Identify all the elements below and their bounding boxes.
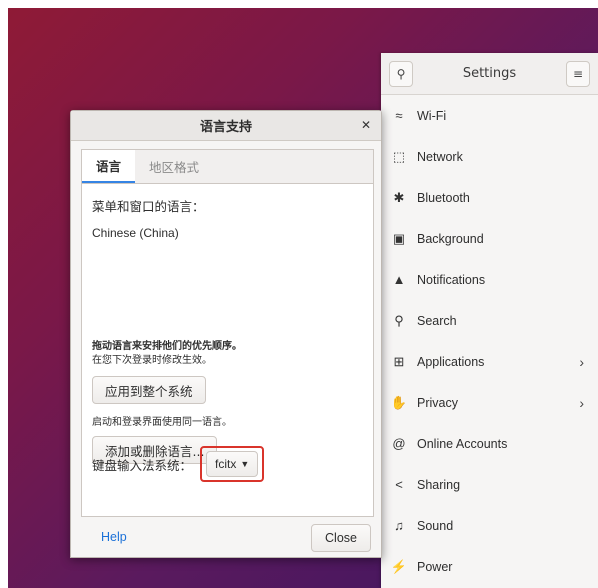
settings-item-privacy[interactable]: ✋ Privacy ›: [381, 382, 598, 423]
settings-item-online-accounts[interactable]: @ Online Accounts: [381, 423, 598, 464]
settings-item-sound[interactable]: ♫ Sound: [381, 505, 598, 546]
settings-item-label: Notifications: [417, 272, 486, 287]
settings-item-label: Sound: [417, 518, 454, 533]
search-button[interactable]: ⚲: [389, 60, 413, 87]
settings-item-background[interactable]: ▣ Background: [381, 218, 598, 259]
input-method-row: 键盘输入法系统： fcitx ▼: [92, 446, 265, 482]
settings-item-applications[interactable]: ⊞ Applications ›: [381, 341, 598, 382]
settings-item-label: Wi-Fi: [417, 108, 447, 123]
settings-title: Settings: [462, 66, 517, 81]
chevron-right-icon: ›: [579, 353, 584, 370]
settings-item-label: Sharing: [417, 477, 461, 492]
hamburger-icon: ≡: [572, 66, 584, 81]
settings-item-power[interactable]: ⚡ Power: [381, 546, 598, 587]
language-notebook: 语言 地区格式 菜单和窗口的语言： Chinese (China) 拖动语言来安…: [81, 149, 374, 517]
settings-item-label: Privacy: [417, 395, 458, 410]
settings-item-label: Background: [417, 231, 484, 246]
dialog-titlebar: 语言支持 ✕: [71, 111, 381, 141]
tab-regional-formats[interactable]: 地区格式: [135, 150, 213, 183]
search-icon: ⚲: [396, 66, 406, 81]
input-method-label: 键盘输入法系统：: [92, 457, 193, 473]
language-item[interactable]: Chinese (China): [82, 220, 373, 246]
power-icon: ⚡: [390, 558, 408, 574]
language-list[interactable]: Chinese (China): [82, 220, 373, 320]
input-method-highlight: fcitx ▼: [200, 446, 265, 482]
chevron-right-icon: ›: [579, 394, 584, 411]
network-icon: ⬚: [392, 148, 406, 164]
drag-hint: 拖动语言来安排他们的优先顺序。: [92, 341, 242, 352]
settings-window: ⚲ Settings ≡ ≈ Wi-Fi ⬚ Network ✱ Bluetooth ▣ Ba…: [381, 53, 598, 588]
menu-language-label: 菜单和窗口的语言：: [92, 199, 205, 214]
settings-item-label: Power: [417, 559, 453, 574]
close-icon[interactable]: ✕: [357, 116, 375, 134]
apply-system-wide-button[interactable]: 应用到整个系统: [92, 376, 206, 404]
input-method-combo[interactable]: fcitx ▼: [206, 451, 259, 477]
settings-item-search[interactable]: ⚲ Search: [381, 300, 598, 341]
settings-item-sharing[interactable]: < Sharing: [381, 464, 598, 505]
login-screen-hint: 启动和登录界面使用同一语言。: [92, 417, 232, 428]
help-button[interactable]: Help: [101, 530, 127, 544]
menu-button[interactable]: ≡: [566, 60, 590, 87]
settings-item-label: Network: [417, 149, 463, 164]
settings-item-bluetooth[interactable]: ✱ Bluetooth: [381, 177, 598, 218]
search-icon: ⚲: [394, 312, 404, 328]
settings-item-notifications[interactable]: ▲ Notifications: [381, 259, 598, 300]
background-icon: ▣: [392, 230, 406, 246]
bluetooth-icon: ✱: [393, 189, 405, 205]
settings-item-label: Online Accounts: [417, 436, 508, 451]
settings-item-label: Bluetooth: [417, 190, 470, 205]
settings-item-network[interactable]: ⬚ Network: [381, 136, 598, 177]
settings-header: ⚲ Settings ≡: [381, 53, 598, 95]
input-method-value: fcitx: [215, 457, 237, 471]
dialog-footer: Help Close: [71, 517, 381, 557]
settings-item-wi-fi[interactable]: ≈ Wi-Fi: [381, 95, 598, 136]
sound-icon: ♫: [394, 518, 404, 533]
online-accounts-icon: @: [392, 436, 406, 451]
notifications-icon: ▲: [392, 272, 406, 287]
tab-language[interactable]: 语言: [82, 150, 136, 183]
close-button[interactable]: Close: [311, 524, 371, 552]
sharing-icon: <: [395, 477, 403, 492]
relogin-hint: 在您下次登录时修改生效。: [92, 355, 212, 366]
wifi-icon: ≈: [395, 108, 403, 123]
dropdown-arrow-icon: ▼: [240, 459, 250, 469]
tab-bar: 语言 地区格式: [82, 150, 373, 184]
settings-panel-list: ≈ Wi-Fi ⬚ Network ✱ Bluetooth ▣ Background ▲ Noti…: [381, 95, 598, 587]
language-support-dialog: 语言支持 ✕ 语言 地区格式 菜单和窗口的语言： Chinese (China)…: [70, 110, 382, 558]
dialog-title: 语言支持: [199, 120, 252, 135]
settings-item-label: Search: [417, 313, 457, 328]
applications-icon: ⊞: [393, 353, 405, 369]
settings-item-label: Applications: [417, 354, 485, 369]
privacy-icon: ✋: [390, 394, 408, 410]
